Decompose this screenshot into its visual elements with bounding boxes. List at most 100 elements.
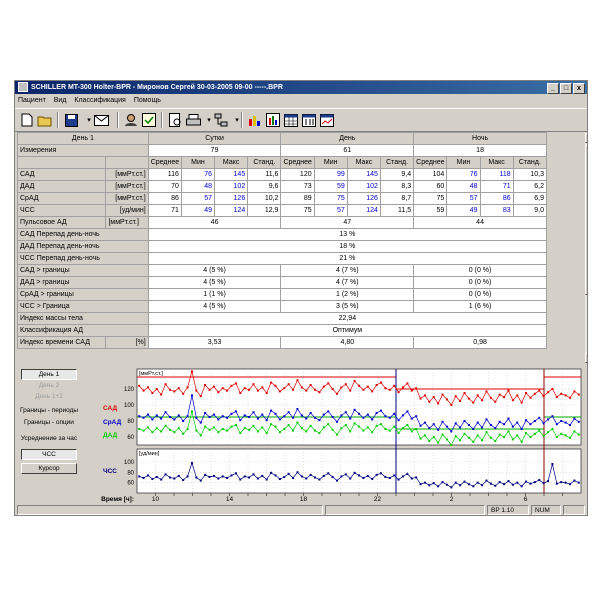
data-point [314, 388, 317, 391]
data-point [221, 475, 224, 478]
data-point [437, 428, 440, 431]
cell: 22,94 [147, 312, 548, 325]
data-point [270, 409, 273, 412]
table-numbers-icon[interactable] [301, 112, 317, 128]
cell: 86 [147, 192, 182, 205]
day1-button[interactable]: День 1 [21, 369, 77, 380]
bar-chart-icon[interactable] [265, 112, 281, 128]
subheader: Станд. [379, 156, 415, 169]
table-scrollbar[interactable]: ▲ ▼ [585, 133, 587, 363]
data-point [353, 408, 356, 411]
data-point [371, 390, 374, 393]
table-row: СрАД > границы 1 (1 %) 1 (2 %) 0 (0 %) [17, 288, 547, 301]
data-point [569, 436, 572, 439]
new-file-icon[interactable] [19, 112, 35, 128]
minimize-button[interactable]: _ [547, 83, 559, 94]
patient-icon[interactable] [123, 112, 139, 128]
cell: 48 [446, 180, 481, 193]
data-point [226, 416, 229, 419]
data-point [437, 402, 440, 405]
table-row: ЧСС > Граница 4 (5 %) 3 (5 %) 1 (6 %) [17, 300, 547, 313]
data-point [274, 474, 277, 477]
data-point [371, 431, 374, 434]
data-point [138, 384, 141, 387]
data-point [243, 475, 246, 478]
menu-view[interactable]: Вид [51, 95, 70, 107]
data-point [366, 474, 369, 477]
menu-patient[interactable]: Пациент [15, 95, 49, 107]
cell: 1 (2 %) [280, 288, 415, 301]
data-point [318, 419, 321, 422]
data-point [419, 437, 422, 440]
data-point [322, 474, 325, 477]
cell: 71 [147, 204, 182, 217]
network-icon[interactable] [213, 112, 229, 128]
bp-hr-chart[interactable]: 60 80 100 120 60 80 100 [ммРт.ст.] [уд/мин] САД Ср… [81, 365, 585, 506]
data-point [331, 428, 334, 431]
data-point [393, 474, 396, 477]
scroll-down-icon[interactable]: ▼ [585, 353, 587, 363]
data-point [292, 388, 295, 391]
data-point [463, 432, 466, 435]
menu-help[interactable]: Помощь [131, 95, 164, 107]
maximize-button[interactable]: □ [560, 83, 572, 94]
mail-icon[interactable] [93, 112, 109, 128]
chart-icon[interactable] [319, 112, 335, 128]
data-point [138, 415, 141, 418]
scroll-up-icon[interactable]: ▲ [585, 133, 587, 143]
data-point [569, 483, 572, 486]
data-point [265, 419, 268, 422]
status-bar: BP 1.10 NUM [15, 505, 587, 515]
row-label: ДАД > границы [17, 276, 149, 289]
data-point [459, 439, 462, 442]
cell: 118 [479, 168, 514, 181]
data-point [441, 393, 444, 396]
graph-left-panel: День 1 День 2 День 1+2 Границы - периоды… [17, 365, 81, 506]
data-point [577, 420, 580, 423]
day-tab-header[interactable]: День 1 [17, 132, 149, 145]
data-point [481, 484, 484, 487]
data-point [489, 482, 492, 485]
scroll-thumb[interactable] [585, 145, 587, 295]
table-row: САД Перепад день-ночь 13 % [17, 228, 548, 241]
data-point [423, 434, 426, 437]
report-icon[interactable] [141, 112, 157, 128]
data-point [182, 479, 185, 482]
day12-button[interactable]: День 1+2 [21, 392, 77, 403]
data-point [358, 474, 360, 477]
data-point [397, 419, 400, 422]
data-point [327, 423, 330, 426]
x-tick-label: 2 [450, 496, 454, 503]
print-preview-icon[interactable] [167, 112, 183, 128]
data-point [375, 424, 378, 427]
data-point [564, 394, 567, 397]
limits-periods-button[interactable]: Границы - периоды [17, 407, 81, 414]
data-point [221, 387, 224, 390]
data-point [507, 430, 510, 433]
close-button[interactable]: x [573, 83, 585, 94]
data-point [164, 411, 167, 414]
data-point [305, 430, 308, 433]
table-icon[interactable] [283, 112, 299, 128]
data-point [520, 428, 523, 430]
histogram-icon[interactable] [247, 112, 263, 128]
data-point [507, 389, 510, 392]
hourly-averaging-button[interactable]: Усреднение за час [17, 435, 81, 442]
print-icon[interactable] [185, 112, 201, 128]
data-point [555, 436, 558, 438]
day2-button[interactable]: День 2 [21, 381, 77, 392]
data-point [234, 472, 237, 475]
save-icon[interactable] [63, 112, 79, 128]
menu-classification[interactable]: Классификация [71, 95, 128, 107]
table-row: ДАД Перепад день-ночь 18 % [17, 240, 548, 253]
limits-options-button[interactable]: Границы - опции [17, 419, 81, 426]
data-point [204, 473, 207, 476]
data-point [309, 424, 312, 427]
data-point [248, 476, 251, 479]
hr-toggle-button[interactable]: ЧСС [21, 449, 77, 460]
cursor-button[interactable]: Курсор [21, 463, 77, 474]
data-point [538, 389, 541, 392]
data-point [507, 417, 510, 420]
data-point [450, 430, 453, 433]
open-folder-icon[interactable] [37, 112, 53, 128]
